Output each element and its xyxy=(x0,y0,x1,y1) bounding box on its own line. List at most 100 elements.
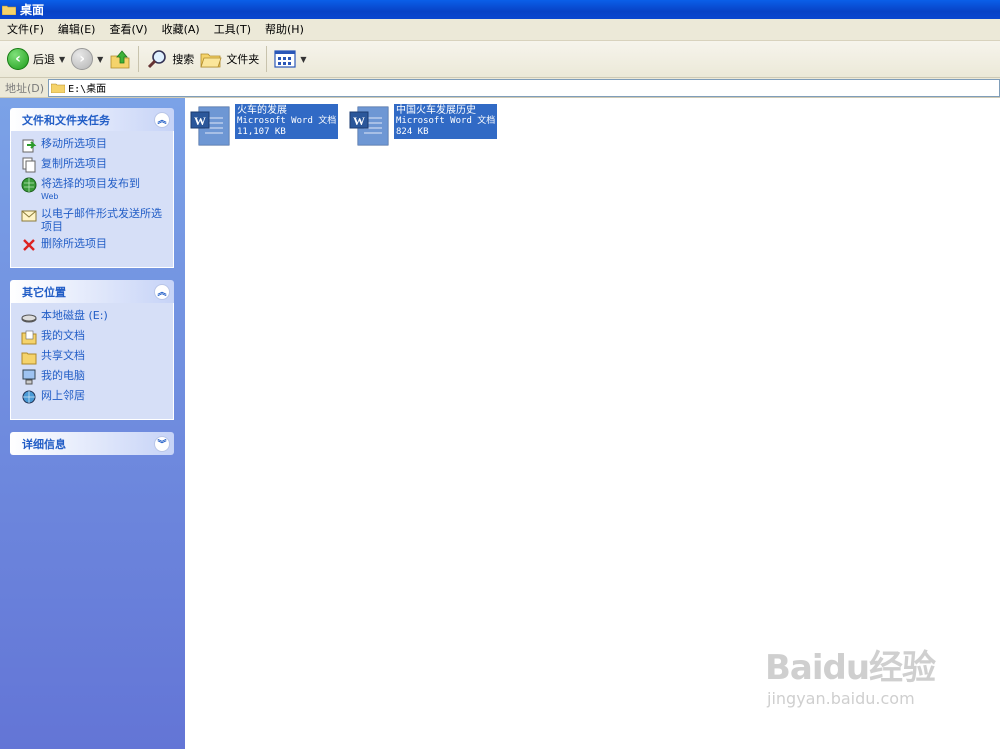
file-type: Microsoft Word 文档 xyxy=(237,116,337,126)
my-documents-icon xyxy=(21,330,37,345)
svg-text:W: W xyxy=(353,114,365,128)
file-tasks-panel: 文件和文件夹任务 ︽ 移动所选项目 复制所选项目 将选择的项目发布到 Web 以… xyxy=(10,108,174,268)
drive-icon xyxy=(21,314,37,323)
my-computer-icon xyxy=(22,369,36,385)
other-places-header[interactable]: 其它位置 ︽ xyxy=(10,280,174,303)
menu-tools[interactable]: 工具(T) xyxy=(207,19,258,41)
address-value: E:\桌面 xyxy=(68,84,107,95)
place-my-documents[interactable]: 我的文档 xyxy=(21,329,167,345)
menu-help[interactable]: 帮助(H) xyxy=(258,19,311,41)
task-move[interactable]: 移动所选项目 xyxy=(21,137,167,153)
search-label: 搜索 xyxy=(172,53,195,66)
folders-icon xyxy=(200,53,222,68)
menu-bar: 文件(F) 编辑(E) 查看(V) 收藏(A) 工具(T) 帮助(H) xyxy=(0,19,1000,41)
forward-dropdown-icon[interactable]: ▼ xyxy=(97,55,103,64)
window-title: 桌面 xyxy=(20,3,45,17)
move-icon xyxy=(22,139,37,153)
task-copy-label: 复制所选项目 xyxy=(41,157,107,170)
globe-icon xyxy=(21,177,37,193)
watermark-logo-text: Baidu经验 xyxy=(765,648,936,688)
menu-view[interactable]: 查看(V) xyxy=(102,19,154,41)
forward-arrow-icon: › xyxy=(71,48,94,70)
email-icon xyxy=(21,210,37,222)
task-copy[interactable]: 复制所选项目 xyxy=(21,157,167,173)
back-arrow-icon: ‹ xyxy=(7,48,29,70)
baidu-watermark: Baidu经验 jingyan.baidu.com xyxy=(765,640,936,708)
svg-text:W: W xyxy=(194,114,206,128)
search-button[interactable]: 搜索 xyxy=(143,44,197,74)
place-my-computer[interactable]: 我的电脑 xyxy=(21,369,167,385)
file-name: 火车的发展 xyxy=(237,105,287,116)
file-name: 中国火车发展历史 xyxy=(396,105,476,116)
expand-chevron-icon[interactable]: ︾ xyxy=(154,435,170,452)
address-bar: 地址(D) E:\桌面 xyxy=(0,78,1000,98)
search-icon xyxy=(148,50,167,69)
copy-icon xyxy=(22,157,36,173)
details-title: 详细信息 xyxy=(22,437,66,451)
toolbar-separator xyxy=(138,46,140,72)
menu-edit[interactable]: 编辑(E) xyxy=(51,19,103,41)
details-panel: 详细信息 ︾ xyxy=(10,432,174,455)
task-email[interactable]: 以电子邮件形式发送所选项目 xyxy=(21,207,167,233)
place-my-computer-label: 我的电脑 xyxy=(41,369,85,382)
other-places-title: 其它位置 xyxy=(22,285,66,299)
toolbar: ‹ 后退 ▼ › ▼ 搜索 文件夹 ▼ xyxy=(0,41,1000,78)
word-document-icon: W xyxy=(190,106,230,146)
file-size: 11,107 KB xyxy=(237,127,286,137)
details-header[interactable]: 详细信息 ︾ xyxy=(10,432,174,455)
place-local-disk[interactable]: 本地磁盘 (E:) xyxy=(21,309,167,325)
file-meta: 火车的发展 Microsoft Word 文档 11,107 KB xyxy=(235,104,339,139)
collapse-chevron-icon[interactable]: ︽ xyxy=(154,283,170,300)
file-size: 824 KB xyxy=(396,127,429,137)
toolbar-separator xyxy=(266,46,268,72)
views-dropdown-icon[interactable]: ▼ xyxy=(300,55,306,64)
folders-button[interactable]: 文件夹 xyxy=(197,44,262,74)
word-document-icon: W xyxy=(349,106,389,146)
file-item[interactable]: W 火车的发展 Microsoft Word 文档 11,107 KB xyxy=(189,104,339,148)
task-publish-sub: Web xyxy=(41,192,59,201)
place-my-documents-label: 我的文档 xyxy=(41,329,85,342)
other-places-body: 本地磁盘 (E:) 我的文档 共享文档 我的电脑 网上邻居 xyxy=(10,303,174,420)
shared-folder-icon xyxy=(21,352,37,365)
forward-button[interactable]: › ▼ xyxy=(68,44,106,74)
menu-favorites[interactable]: 收藏(A) xyxy=(155,19,207,41)
task-pane: 文件和文件夹任务 ︽ 移动所选项目 复制所选项目 将选择的项目发布到 Web 以… xyxy=(0,98,185,749)
task-email-label: 以电子邮件形式发送所选项目 xyxy=(41,207,162,233)
views-icon xyxy=(274,50,296,68)
address-label: 地址(D) xyxy=(5,81,45,95)
folder-icon xyxy=(51,83,66,93)
title-bar: 桌面 xyxy=(0,0,1000,19)
delete-x-icon xyxy=(23,239,35,251)
views-button[interactable]: ▼ xyxy=(271,44,309,74)
task-publish-web[interactable]: 将选择的项目发布到 Web xyxy=(21,177,167,203)
file-type: Microsoft Word 文档 xyxy=(396,116,496,126)
folders-label: 文件夹 xyxy=(226,53,260,66)
network-globe-icon xyxy=(22,390,36,404)
up-button[interactable] xyxy=(106,44,134,74)
task-move-label: 移动所选项目 xyxy=(41,137,107,150)
back-button[interactable]: ‹ 后退 ▼ xyxy=(4,44,68,74)
place-network-label: 网上邻居 xyxy=(41,389,85,402)
place-network[interactable]: 网上邻居 xyxy=(21,389,167,405)
task-delete-label: 删除所选项目 xyxy=(41,237,107,250)
up-folder-icon xyxy=(110,50,130,69)
folder-icon xyxy=(2,5,16,15)
address-input[interactable]: E:\桌面 xyxy=(48,78,1000,97)
task-publish-label: 将选择的项目发布到 xyxy=(41,177,140,190)
back-dropdown-icon[interactable]: ▼ xyxy=(59,55,65,64)
file-item[interactable]: W 中国火车发展历史 Microsoft Word 文档 824 KB xyxy=(348,104,498,148)
task-publish-text: 将选择的项目发布到 Web xyxy=(41,177,140,203)
other-places-panel: 其它位置 ︽ 本地磁盘 (E:) 我的文档 共享文档 我的电脑 网上邻居 xyxy=(10,280,174,420)
place-local-disk-label: 本地磁盘 (E:) xyxy=(41,309,108,322)
watermark-url: jingyan.baidu.com xyxy=(767,689,915,708)
file-tasks-body: 移动所选项目 复制所选项目 将选择的项目发布到 Web 以电子邮件形式发送所选项… xyxy=(10,131,174,268)
place-shared-documents[interactable]: 共享文档 xyxy=(21,349,167,365)
file-meta: 中国火车发展历史 Microsoft Word 文档 824 KB xyxy=(394,104,498,139)
collapse-chevron-icon[interactable]: ︽ xyxy=(154,111,170,128)
file-tasks-title: 文件和文件夹任务 xyxy=(22,113,110,127)
menu-file[interactable]: 文件(F) xyxy=(0,19,51,41)
place-shared-documents-label: 共享文档 xyxy=(41,349,85,362)
file-tasks-header[interactable]: 文件和文件夹任务 ︽ xyxy=(10,108,174,131)
task-delete[interactable]: 删除所选项目 xyxy=(21,237,167,253)
back-label: 后退 xyxy=(33,53,55,66)
